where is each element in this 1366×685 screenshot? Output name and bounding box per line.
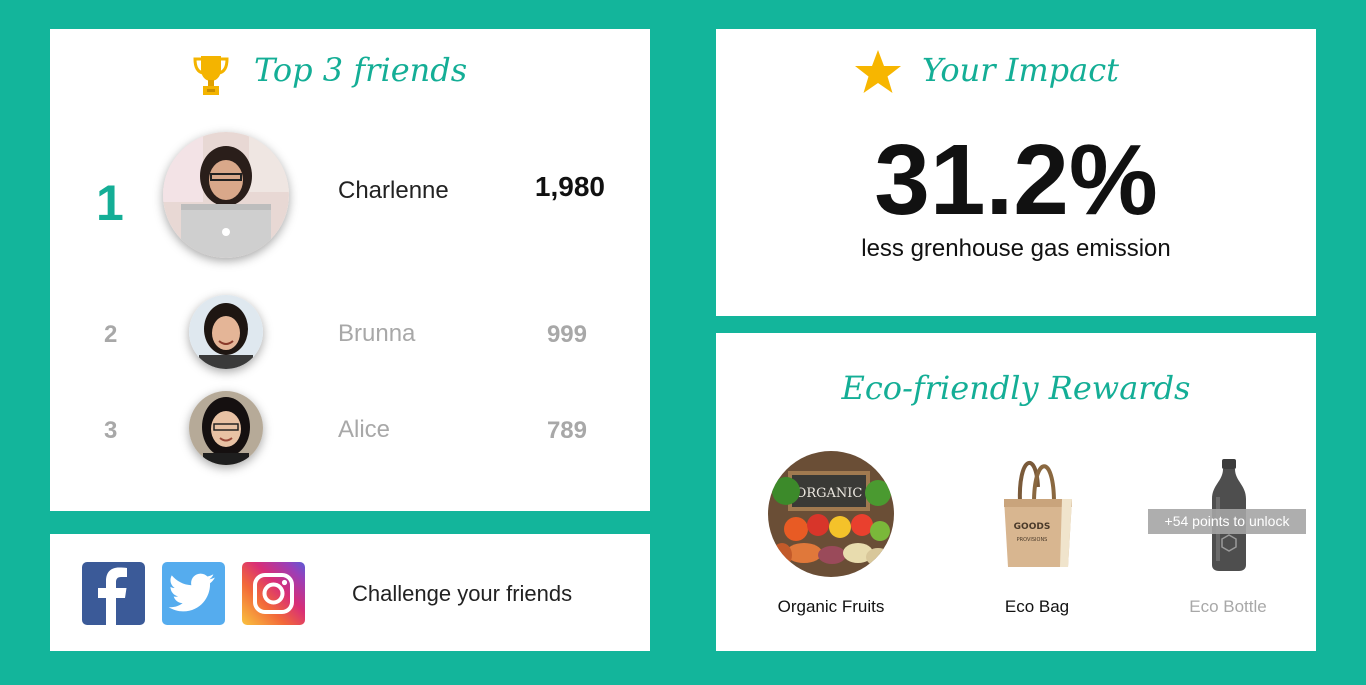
svg-text:ORGANIC: ORGANIC [796, 486, 863, 501]
friend-rank: 2 [104, 321, 118, 348]
friend-score: 789 [546, 417, 587, 444]
rewards-card-title: Eco-friendly Rewards [841, 369, 1191, 407]
top-friends-card: Top 3 friends 1 Charlenne 1,980 2 Brunna… [50, 29, 650, 511]
share-card: Challenge your friends [50, 534, 650, 651]
svg-text:GOODS: GOODS [1014, 522, 1051, 532]
avatar-alice [189, 391, 263, 465]
friend-name: Charlenne [338, 177, 449, 204]
reward-label: Eco Bottle [1189, 597, 1267, 616]
friend-name: Brunna [338, 320, 416, 347]
friend-rank: 3 [104, 417, 118, 444]
impact-card-title: Your Impact [922, 51, 1120, 89]
friend-name: Alice [338, 416, 391, 443]
instagram-icon[interactable] [242, 562, 305, 625]
challenge-friends-link[interactable]: Challenge your friends [352, 581, 572, 607]
eco-bag-image: GOODS PROVISIONS [992, 447, 1082, 571]
reward-label: Eco Bag [1004, 597, 1070, 616]
rewards-card: Eco-friendly Rewards ORGANIC Organic Fru… [716, 333, 1316, 651]
impact-value: 31.2% [874, 124, 1158, 236]
friend-score: 1,980 [534, 171, 605, 202]
impact-card: Your Impact 31.2% less grenhouse gas emi… [716, 29, 1316, 316]
star-icon [854, 49, 902, 95]
friend-score: 999 [546, 321, 587, 348]
avatar-charlenne [163, 132, 289, 258]
reward-label: Organic Fruits [777, 597, 885, 616]
svg-text:PROVISIONS: PROVISIONS [1017, 537, 1048, 543]
facebook-icon[interactable] [82, 562, 145, 625]
friend-rank: 1 [96, 175, 124, 231]
twitter-icon[interactable] [162, 562, 225, 625]
unlock-badge: +54 points to unlock [1148, 509, 1306, 534]
trophy-icon [192, 53, 230, 97]
impact-caption: less grenhouse gas emission [861, 235, 1171, 262]
organic-fruits-image: ORGANIC [768, 451, 894, 577]
avatar-brunna [189, 295, 263, 369]
friends-card-title: Top 3 friends [254, 51, 468, 89]
